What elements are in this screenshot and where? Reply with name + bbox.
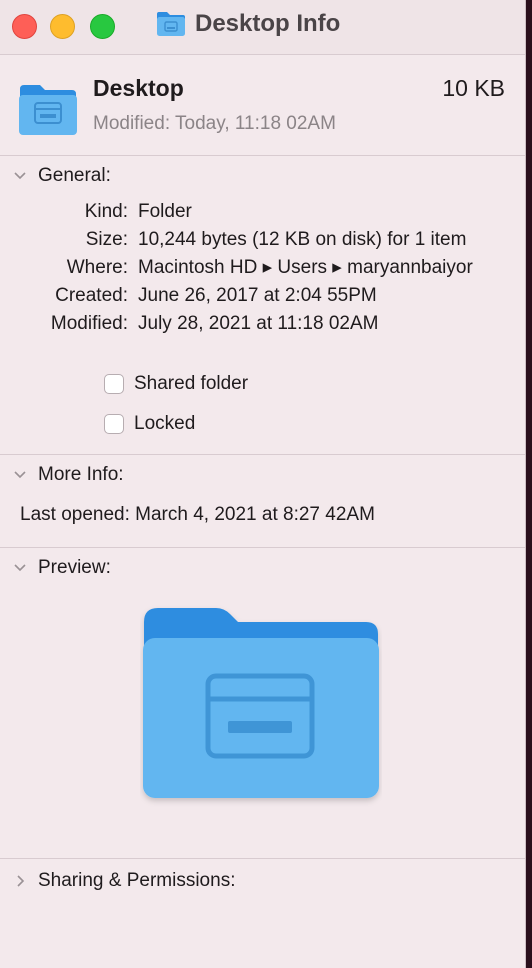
- where-value: Macintosh HD ▸ Users ▸ maryannbaiyor: [138, 257, 473, 278]
- more-info-section-toggle[interactable]: More Info:: [0, 455, 525, 495]
- modified-value: July 28, 2021 at 11:18 02AM: [138, 313, 379, 334]
- created-value: June 26, 2017 at 2:04 55PM: [138, 285, 377, 306]
- shared-folder-label: Shared folder: [134, 373, 249, 394]
- where-label: Where:: [66, 257, 128, 278]
- title-bar: Desktop Info: [0, 0, 525, 55]
- sharing-section-toggle[interactable]: Sharing & Permissions:: [0, 859, 525, 903]
- shared-folder-checkbox[interactable]: [104, 374, 124, 394]
- info-header: Desktop 10 KB Modified: Today, 11:18 02A…: [0, 55, 525, 156]
- modified-label: Modified:: [50, 313, 128, 334]
- window-title: Desktop Info: [155, 10, 340, 38]
- last-opened: Last opened: March 4, 2021 at 8:27 42AM: [20, 504, 375, 525]
- info-window: Desktop Info Desktop 10 KB Modified: Tod…: [0, 0, 526, 968]
- created-row: Created: June 26, 2017 at 2:04 55PM: [0, 282, 525, 310]
- where-row: Where: Macintosh HD ▸ Users ▸ maryannbai…: [0, 254, 525, 282]
- preview-section-toggle[interactable]: Preview:: [0, 548, 525, 588]
- kind-label: Kind:: [84, 201, 128, 222]
- general-details: Kind: Folder Size: 10,244 bytes (12 KB o…: [0, 196, 525, 338]
- kind-value: Folder: [138, 201, 192, 222]
- item-modified: Modified: Today, 11:18 02AM: [93, 113, 336, 134]
- minimize-button[interactable]: [50, 14, 75, 39]
- title-folder-icon: [157, 12, 185, 36]
- shared-folder-checkbox-row[interactable]: Shared folder: [104, 364, 525, 404]
- chevron-down-icon: [14, 471, 26, 479]
- size-label: Size:: [85, 229, 128, 250]
- more-info-section-label: More Info:: [38, 464, 124, 485]
- chevron-down-icon: [14, 172, 26, 180]
- chevron-down-icon: [14, 564, 26, 572]
- chevron-right-icon: [17, 875, 25, 887]
- close-button[interactable]: [12, 14, 37, 39]
- created-label: Created:: [55, 285, 128, 306]
- preview-section-label: Preview:: [38, 557, 111, 578]
- locked-checkbox[interactable]: [104, 414, 124, 434]
- desktop-folder-icon: [19, 85, 77, 135]
- item-name: Desktop: [93, 75, 184, 101]
- size-value: 10,244 bytes (12 KB on disk) for 1 item: [138, 229, 467, 250]
- preview-area: [0, 588, 525, 858]
- zoom-button[interactable]: [90, 14, 115, 39]
- locked-label: Locked: [134, 413, 196, 434]
- kind-row: Kind: Folder: [0, 198, 525, 226]
- size-row: Size: 10,244 bytes (12 KB on disk) for 1…: [0, 226, 525, 254]
- general-section-toggle[interactable]: General:: [0, 156, 525, 196]
- sharing-section-label: Sharing & Permissions:: [38, 870, 236, 891]
- general-section-label: General:: [38, 165, 111, 186]
- modified-row: Modified: July 28, 2021 at 11:18 02AM: [0, 310, 525, 338]
- window-title-text: Desktop Info: [195, 10, 341, 37]
- locked-checkbox-row[interactable]: Locked: [104, 404, 525, 444]
- preview-folder-icon: [143, 608, 379, 798]
- item-size: 10 KB: [442, 75, 505, 101]
